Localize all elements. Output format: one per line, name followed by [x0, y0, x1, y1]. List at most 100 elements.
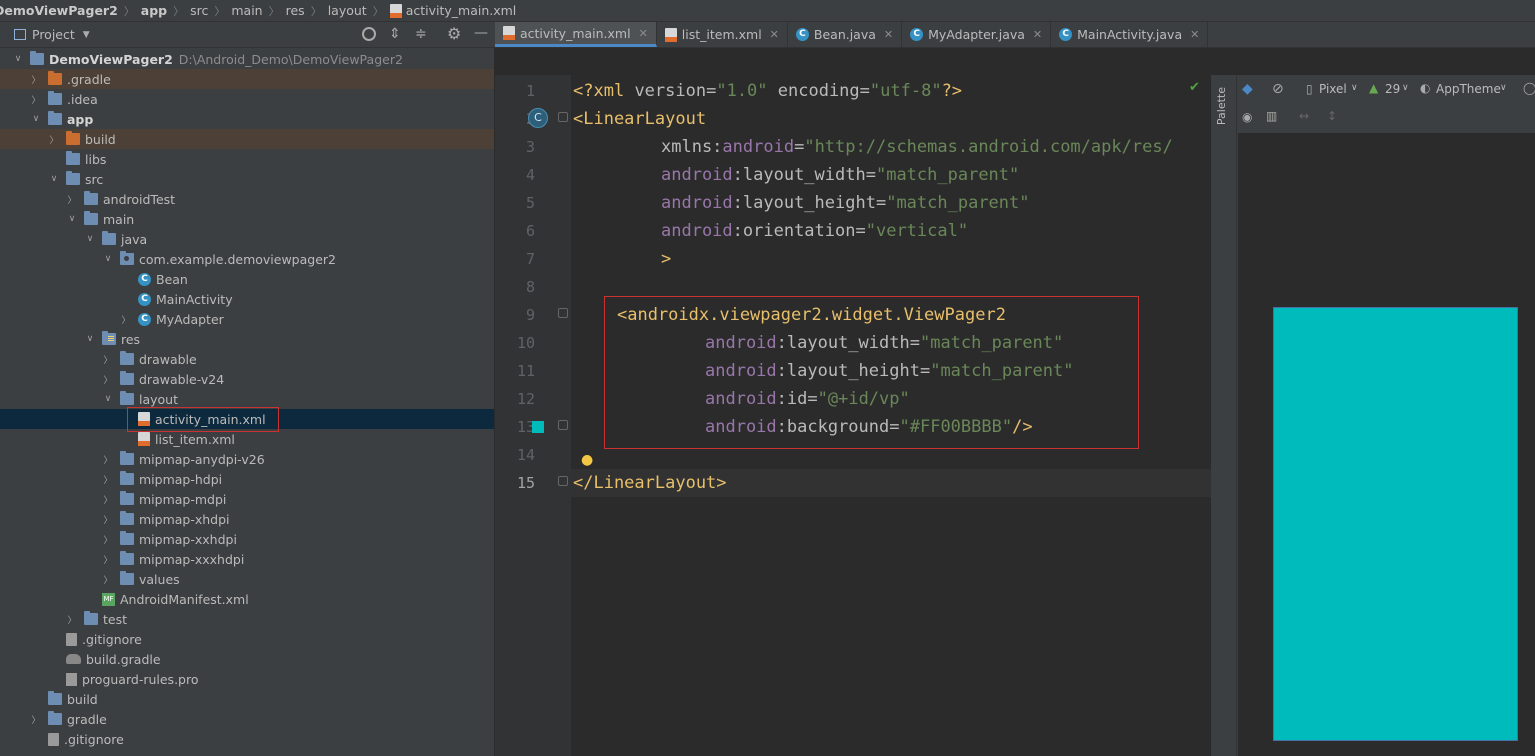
- chevron-right-icon[interactable]: 〉: [30, 73, 42, 86]
- editor-tab[interactable]: list_item.xml ✕: [657, 22, 788, 47]
- code-line[interactable]: android:orientation="vertical": [661, 217, 968, 245]
- code-line[interactable]: >: [661, 245, 671, 273]
- chevron-right-icon[interactable]: 〉: [102, 553, 114, 566]
- chevron-right-icon[interactable]: 〉: [102, 493, 114, 506]
- fold-icon[interactable]: [558, 308, 568, 318]
- code-line[interactable]: </LinearLayout>: [573, 469, 727, 497]
- tree-item[interactable]: ∨ src: [0, 169, 494, 189]
- tree-item[interactable]: .gitignore: [0, 729, 494, 749]
- theme-dropdown[interactable]: AppTheme: [1436, 82, 1501, 96]
- tree-item[interactable]: ∨ com.example.demoviewpager2: [0, 249, 494, 269]
- fold-icon[interactable]: [558, 476, 568, 486]
- editor-tab[interactable]: C MyAdapter.java ✕: [902, 22, 1052, 47]
- code-line[interactable]: android:layout_height="match_parent": [661, 189, 1030, 217]
- tree-item[interactable]: 〉 mipmap-anydpi-v26: [0, 449, 494, 469]
- breadcrumb-item[interactable]: DemoViewPager2: [0, 0, 118, 21]
- code-line[interactable]: android:layout_width="match_parent": [661, 161, 1019, 189]
- tree-item[interactable]: libs: [0, 149, 494, 169]
- chevron-down-icon[interactable]: ∨: [1351, 83, 1358, 93]
- tree-item[interactable]: 〉 .gradle: [0, 69, 494, 89]
- class-marker-icon[interactable]: C: [528, 108, 548, 128]
- tree-item[interactable]: activity_main.xml: [0, 409, 494, 429]
- fold-icon[interactable]: [558, 420, 568, 430]
- gear-icon[interactable]: ⚙: [447, 24, 461, 43]
- chevron-down-icon[interactable]: ∨: [102, 394, 114, 404]
- editor-tab[interactable]: activity_main.xml ✕: [495, 22, 657, 47]
- tree-item[interactable]: proguard-rules.pro: [0, 669, 494, 689]
- tree-item[interactable]: list_item.xml: [0, 429, 494, 449]
- chevron-right-icon[interactable]: 〉: [102, 453, 114, 466]
- chevron-right-icon[interactable]: 〉: [30, 93, 42, 106]
- palette-tab[interactable]: Palette: [1215, 87, 1228, 125]
- code-editor[interactable]: 123456789101112131415 <?xml version="1.0…: [495, 75, 1211, 756]
- lightbulb-icon[interactable]: ●: [581, 452, 593, 468]
- tree-item[interactable]: ∨ layout: [0, 389, 494, 409]
- tree-item[interactable]: 〉 mipmap-xxhdpi: [0, 529, 494, 549]
- breadcrumb-item[interactable]: src: [190, 0, 208, 21]
- chevron-down-icon[interactable]: ∨: [1500, 83, 1507, 93]
- tree-item[interactable]: ∨ DemoViewPager2 D:\Android_Demo\DemoViewP…: [0, 49, 494, 69]
- tree-item[interactable]: C MainActivity: [0, 289, 494, 309]
- chevron-down-icon[interactable]: ∨: [84, 234, 96, 244]
- horizontal-resize-icon[interactable]: ↔: [1299, 109, 1309, 123]
- code-line[interactable]: <LinearLayout: [573, 105, 706, 133]
- tree-item[interactable]: 〉 drawable: [0, 349, 494, 369]
- chevron-down-icon[interactable]: ∨: [48, 174, 60, 184]
- blueprint-icon[interactable]: ▥: [1266, 109, 1277, 123]
- tree-item[interactable]: 〉 drawable-v24: [0, 369, 494, 389]
- tree-item[interactable]: 〉 mipmap-hdpi: [0, 469, 494, 489]
- tree-item[interactable]: ∨ java: [0, 229, 494, 249]
- locale-icon[interactable]: ◯: [1523, 81, 1535, 95]
- close-icon[interactable]: ✕: [1033, 28, 1042, 41]
- expand-all-icon[interactable]: ⇕: [389, 26, 401, 42]
- chevron-down-icon[interactable]: ∨: [84, 334, 96, 344]
- chevron-right-icon[interactable]: 〉: [102, 353, 114, 366]
- code-line[interactable]: xmlns:android="http://schemas.android.co…: [661, 133, 1173, 161]
- chevron-down-icon[interactable]: ▼: [83, 30, 90, 40]
- breadcrumb-item[interactable]: main: [231, 0, 262, 21]
- breadcrumb-item[interactable]: res: [286, 0, 305, 21]
- editor-tab[interactable]: C MainActivity.java ✕: [1051, 22, 1209, 47]
- chevron-down-icon[interactable]: ∨: [102, 254, 114, 264]
- tree-item[interactable]: 〉 androidTest: [0, 189, 494, 209]
- tree-item[interactable]: 〉 build: [0, 129, 494, 149]
- close-icon[interactable]: ✕: [884, 28, 893, 41]
- chevron-down-icon[interactable]: ∨: [12, 54, 24, 64]
- device-dropdown[interactable]: Pixel: [1319, 82, 1347, 96]
- editor-tab[interactable]: C Bean.java ✕: [788, 22, 903, 47]
- eye-icon[interactable]: ◉: [1242, 110, 1252, 124]
- tree-item[interactable]: MF AndroidManifest.xml: [0, 589, 494, 609]
- orientation-icon[interactable]: ⊘: [1272, 81, 1284, 97]
- tree-item[interactable]: build: [0, 689, 494, 709]
- chevron-right-icon[interactable]: 〉: [102, 473, 114, 486]
- tree-item[interactable]: 〉 mipmap-xxxhdpi: [0, 549, 494, 569]
- chevron-right-icon[interactable]: 〉: [102, 573, 114, 586]
- tree-item[interactable]: build.gradle: [0, 649, 494, 669]
- layers-icon[interactable]: ◆: [1242, 81, 1253, 97]
- tree-item[interactable]: 〉 test: [0, 609, 494, 629]
- chevron-down-icon[interactable]: ∨: [1402, 83, 1409, 93]
- locate-icon[interactable]: [362, 27, 376, 41]
- tree-item[interactable]: 〉 .idea: [0, 89, 494, 109]
- chevron-right-icon[interactable]: 〉: [102, 513, 114, 526]
- tree-item[interactable]: 〉 C MyAdapter: [0, 309, 494, 329]
- fold-icon[interactable]: [558, 112, 568, 122]
- tree-item[interactable]: ∨ res: [0, 329, 494, 349]
- breadcrumb-item[interactable]: app: [141, 0, 167, 21]
- chevron-right-icon[interactable]: 〉: [30, 713, 42, 726]
- breadcrumb-item[interactable]: layout: [328, 0, 367, 21]
- breadcrumb-item[interactable]: activity_main.xml: [406, 0, 517, 21]
- code-line[interactable]: <?xml version="1.0" encoding="utf-8"?>: [573, 77, 962, 105]
- chevron-right-icon[interactable]: 〉: [102, 373, 114, 386]
- chevron-down-icon[interactable]: ∨: [66, 214, 78, 224]
- close-icon[interactable]: ✕: [1190, 28, 1199, 41]
- chevron-down-icon[interactable]: ∨: [30, 114, 42, 124]
- api-level-dropdown[interactable]: 29: [1385, 82, 1400, 96]
- tree-item[interactable]: C Bean: [0, 269, 494, 289]
- color-swatch-icon[interactable]: [532, 421, 544, 433]
- chevron-right-icon[interactable]: 〉: [102, 533, 114, 546]
- close-icon[interactable]: ✕: [639, 27, 648, 40]
- chevron-right-icon[interactable]: 〉: [66, 613, 78, 626]
- chevron-right-icon[interactable]: 〉: [48, 133, 60, 146]
- tree-item[interactable]: 〉 mipmap-mdpi: [0, 489, 494, 509]
